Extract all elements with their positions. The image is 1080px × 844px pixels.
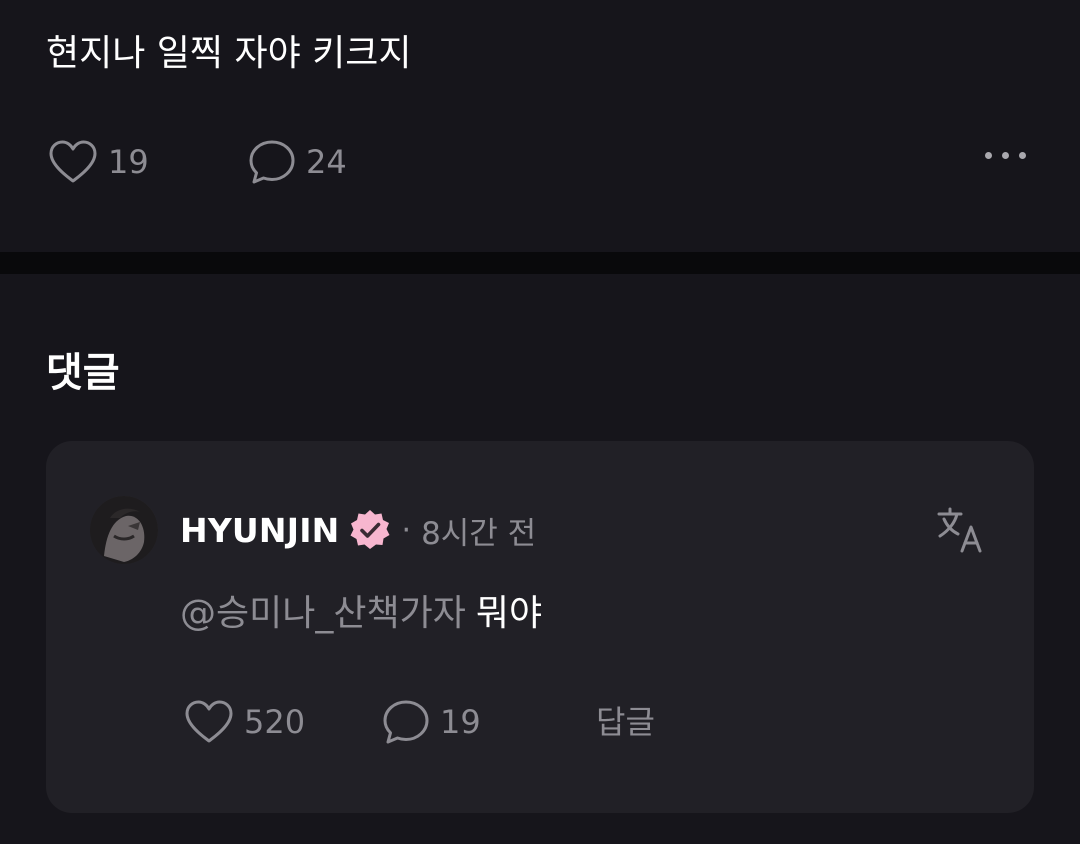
avatar[interactable]: [90, 496, 158, 564]
mention-link[interactable]: @승미나_산책가자: [180, 593, 466, 634]
comment-time: 8시간 전: [421, 515, 537, 552]
comment-text: 뭐야: [475, 593, 543, 634]
more-dot: [1019, 152, 1026, 159]
more-options-button[interactable]: [985, 152, 1026, 159]
post-text: 현지나 일찍 자야 키크지: [46, 33, 412, 74]
separator-dot: ·: [401, 512, 412, 548]
username[interactable]: HYUNJIN: [180, 511, 340, 550]
comments-title: 댓글: [46, 350, 120, 396]
reply-button[interactable]: 답글: [596, 698, 655, 746]
post-comment-count: 24: [306, 143, 347, 181]
comment-card: HYUNJIN · 8시간 전 @승미나_산책가자 뭐야 520 19 답글: [46, 441, 1034, 813]
post-comment-button[interactable]: 24: [248, 138, 347, 186]
translate-icon[interactable]: [936, 505, 986, 555]
comment-reply-count: 19: [440, 703, 481, 741]
chat-bubble-icon: [248, 138, 296, 186]
comment-like-count: 520: [244, 703, 306, 741]
chat-bubble-icon: [382, 698, 430, 746]
comment-reply-count-button[interactable]: 19: [382, 698, 481, 746]
heart-icon: [184, 698, 234, 746]
section-divider: [0, 252, 1080, 274]
more-dot: [985, 152, 992, 159]
comment-header: HYUNJIN · 8시간 전: [180, 505, 536, 555]
comment-like-button[interactable]: 520: [184, 698, 305, 746]
more-dot: [1002, 152, 1009, 159]
verified-badge-icon: [348, 508, 392, 552]
post-section: 현지나 일찍 자야 키크지 19 24: [0, 0, 1080, 252]
post-like-button[interactable]: 19: [48, 138, 149, 186]
heart-icon: [48, 138, 98, 186]
post-like-count: 19: [108, 143, 149, 181]
comment-body: @승미나_산책가자 뭐야: [180, 589, 542, 639]
comments-section: 댓글 HYUNJIN · 8시간 전 @승미나_산책가자 뭐야 520 19 답…: [0, 274, 1080, 844]
